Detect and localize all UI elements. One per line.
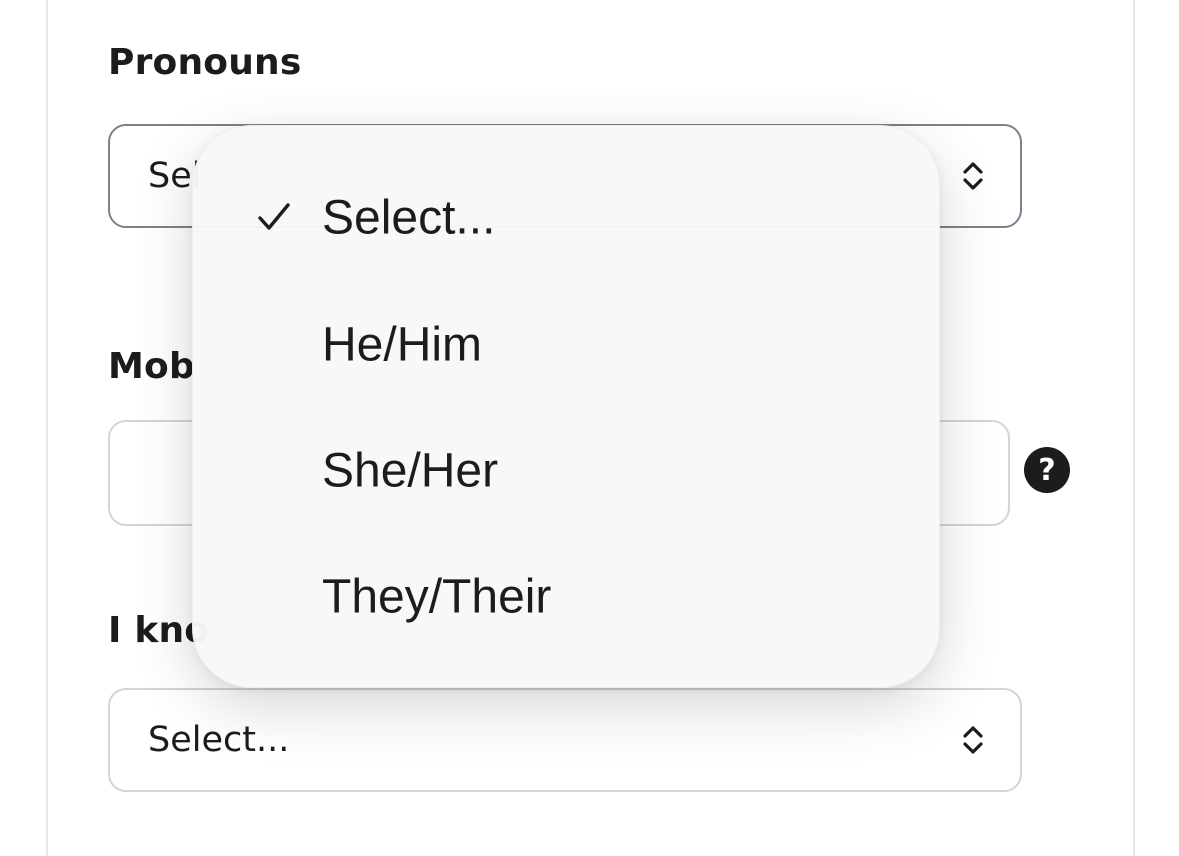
svg-text:?: ? — [1038, 453, 1055, 488]
checkmark-icon — [258, 203, 290, 230]
dropdown-option-they-their[interactable]: They/Their — [193, 557, 939, 637]
question-circle-icon[interactable]: ? — [1023, 446, 1071, 494]
dropdown-option-select[interactable]: Select... — [193, 178, 939, 258]
know-select[interactable]: Select... — [108, 688, 1022, 792]
dropdown-option-he-him[interactable]: He/Him — [193, 305, 939, 385]
pronouns-dropdown-menu: Select... He/Him She/Her They/Their — [192, 125, 940, 688]
mobile-label: Mob — [108, 346, 195, 387]
dropdown-option-label: They/Their — [322, 570, 552, 624]
dropdown-option-label: She/Her — [322, 444, 499, 498]
dropdown-option-label: He/Him — [322, 318, 483, 372]
chevron-up-down-icon — [963, 726, 983, 754]
chevron-up-down-icon — [963, 162, 983, 190]
dropdown-option-she-her[interactable]: She/Her — [193, 431, 939, 511]
know-select-value: Select... — [148, 720, 290, 760]
dropdown-option-label: Select... — [322, 191, 496, 245]
pronouns-label: Pronouns — [108, 42, 302, 83]
